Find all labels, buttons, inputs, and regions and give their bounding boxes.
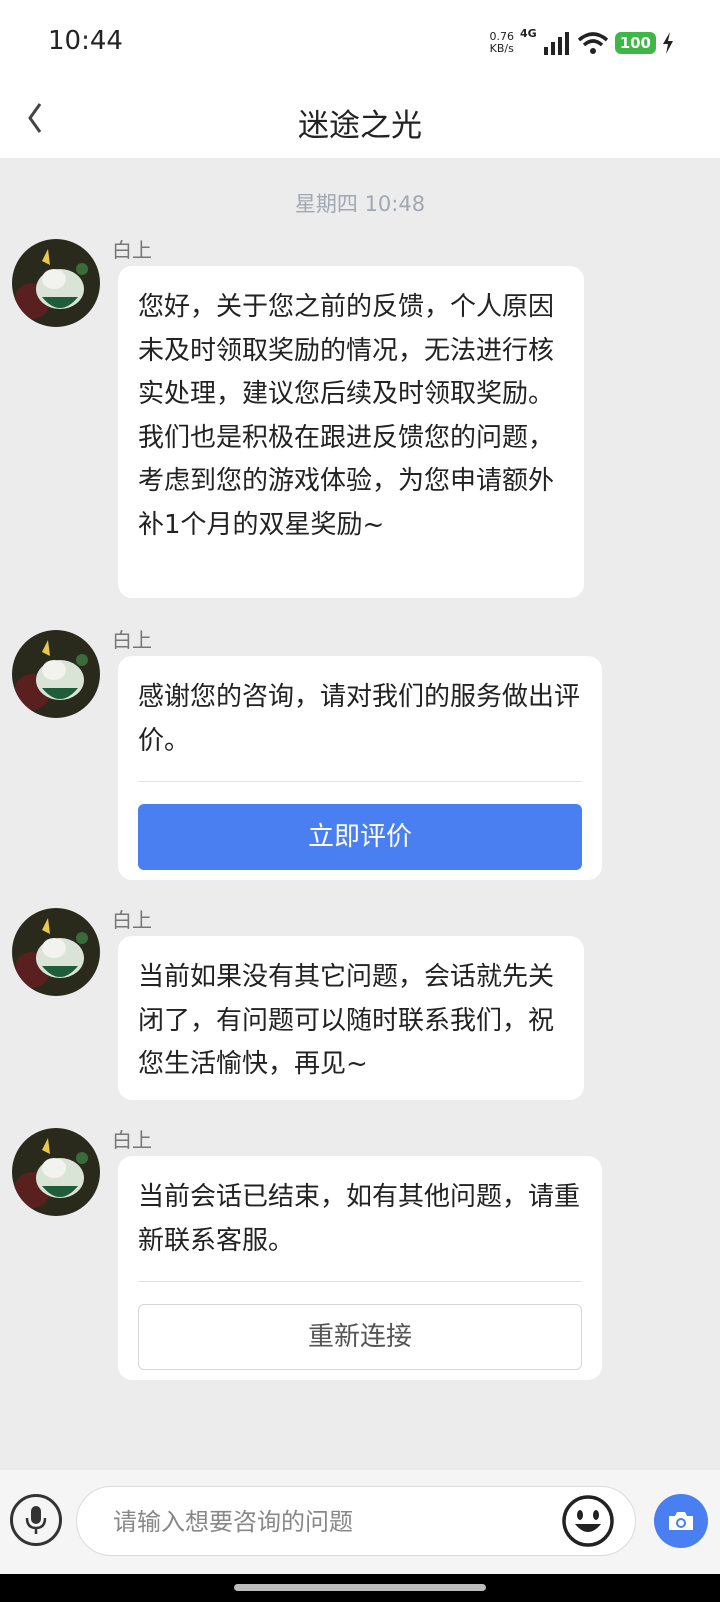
network-type: 4G [520, 26, 537, 40]
avatar[interactable] [12, 239, 100, 327]
battery-indicator: 100 [614, 32, 656, 54]
sender-name: 白上 [112, 1128, 152, 1152]
divider [138, 1281, 582, 1282]
chat-timestamp: 星期四 10:48 [294, 192, 426, 216]
message-bubble: 当前如果没有其它问题，会话就先关闭了，有问题可以随时联系我们，祝您生活愉快，再见… [118, 936, 584, 1100]
rate-now-button[interactable]: 立即评价 [138, 804, 582, 870]
message-text: 感谢您的咨询，请对我们的服务做出评价。 [138, 682, 581, 756]
page-title: 迷途之光 [298, 108, 422, 144]
message-text: 当前会话已结束，如有其他问题，请重新联系客服。 [138, 1182, 581, 1256]
message-text: 当前如果没有其它问题，会话就先关闭了，有问题可以随时联系我们，祝您生活愉快，再见… [138, 962, 555, 1079]
voice-button[interactable] [10, 1494, 62, 1546]
message-bubble: 感谢您的咨询，请对我们的服务做出评价。 立即评价 [118, 656, 602, 880]
status-icons: 0.76 KB/s 4G 100 [489, 26, 675, 58]
charging-icon [663, 32, 673, 54]
camera-icon [669, 1512, 693, 1530]
message-bubble: 您好，关于您之前的反馈，个人原因未及时领取奖励的情况，无法进行核实处理，建议您后… [118, 266, 584, 598]
message-text: 我们也是积极在跟进反馈您的问题，考虑到您的游戏体验，为您申请额外补1个月的双星奖… [138, 422, 555, 540]
sender-name: 白上 [112, 238, 152, 262]
status-bar: 10:44 0.76 KB/s 4G 100 [0, 0, 720, 86]
message-text: 您好，关于您之前的反馈，个人原因未及时领取奖励的情况，无法进行核实处理，建议您后… [138, 292, 555, 409]
message-bubble: 当前会话已结束，如有其他问题，请重新联系客服。 重新连接 [118, 1156, 602, 1380]
wifi-icon [577, 32, 608, 54]
network-speed: 0.76 KB/s [489, 30, 515, 55]
header: 迷途之光 [0, 86, 720, 158]
avatar[interactable] [12, 630, 100, 718]
message-input-container[interactable] [76, 1486, 636, 1556]
status-time: 10:44 [48, 26, 123, 56]
avatar[interactable] [12, 908, 100, 996]
chat-area[interactable]: 星期四 10:48 白上 您好，关于您之前的反馈，个人原因未及时领取奖励的情况，… [0, 158, 720, 1470]
avatar-image [12, 239, 100, 327]
input-bar [0, 1470, 720, 1574]
system-nav-bar [0, 1574, 720, 1602]
camera-button[interactable] [654, 1494, 708, 1548]
microphone-icon [25, 1506, 47, 1534]
home-indicator[interactable] [234, 1584, 486, 1591]
avatar-image [12, 1128, 100, 1216]
reconnect-button[interactable]: 重新连接 [138, 1304, 582, 1370]
signal-icon [543, 32, 569, 55]
avatar-image [12, 908, 100, 996]
sender-name: 白上 [112, 908, 152, 932]
sender-name: 白上 [112, 628, 152, 652]
avatar-image [12, 630, 100, 718]
divider [138, 781, 582, 782]
avatar[interactable] [12, 1128, 100, 1216]
emoji-icon[interactable] [561, 1494, 615, 1548]
message-input[interactable] [111, 1503, 555, 1541]
